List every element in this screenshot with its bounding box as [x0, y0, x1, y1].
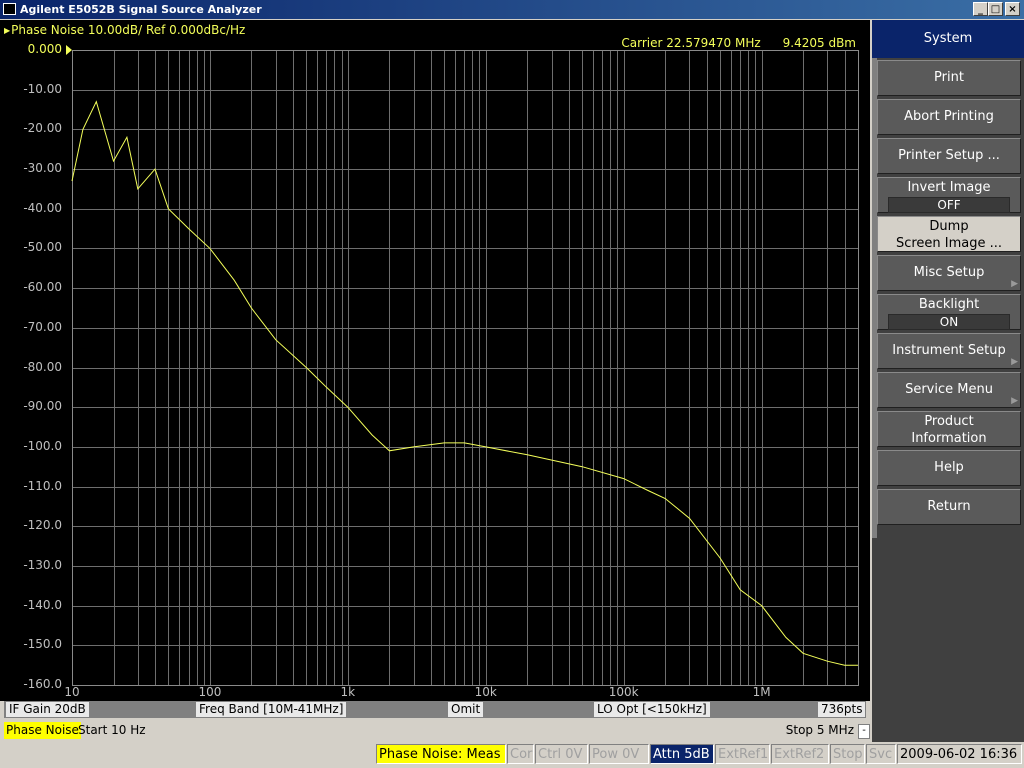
maximize-button[interactable]: □ [988, 2, 1003, 16]
app-icon [3, 3, 16, 15]
sweep-info-bar: Phase Noise Start 10 Hz Stop 5 MHz - [4, 720, 870, 741]
minimize-button[interactable]: _ [973, 2, 988, 16]
minus-toggle[interactable]: - [858, 724, 870, 739]
if-gain-label[interactable]: IF Gain 20dB [6, 702, 89, 717]
y-tick-label: -120.0 [23, 518, 62, 533]
service-menu-label: Service Menu [905, 382, 993, 397]
carrier-readout: Carrier 22.579470 MHz 9.4205 dBm [621, 36, 856, 50]
status-datetime: 2009-06-02 16:36 [897, 744, 1022, 764]
status-pow: Pow 0V [589, 744, 649, 764]
x-tick-label: 100k [608, 685, 639, 699]
y-tick-label: -130.0 [23, 557, 62, 572]
dump-screen-label-line1: Dump [929, 219, 969, 234]
carrier-frequency: Carrier 22.579470 MHz [621, 36, 761, 50]
y-tick-label: -30.00 [23, 161, 62, 176]
print-button-label: Print [934, 70, 964, 85]
phase-noise-graph[interactable]: Phase Noise 10.00dB/ Ref 0.000dBc/Hz Car… [0, 20, 870, 701]
close-button[interactable]: × [1005, 2, 1020, 16]
status-meas: Phase Noise: Meas [376, 744, 506, 764]
backlight-button[interactable]: Backlight ON [877, 294, 1021, 330]
y-tick-label: -10.00 [23, 81, 62, 96]
instrument-setup-button[interactable]: Instrument Setup ▶ [877, 333, 1021, 369]
product-info-line2: Information [911, 431, 987, 446]
printer-setup-button[interactable]: Printer Setup ... [877, 138, 1021, 174]
product-information-button[interactable]: Product Information [877, 411, 1021, 447]
y-tick-label: -90.00 [23, 399, 62, 414]
omit-label[interactable]: Omit [448, 702, 484, 717]
return-label: Return [927, 499, 971, 514]
backlight-label: Backlight [918, 297, 980, 312]
y-tick-label: 0.000 [27, 42, 62, 56]
x-tick-label: 100 [198, 685, 222, 699]
title-bar: Agilent E5052B Signal Source Analyzer _ … [0, 0, 1024, 19]
status-extref2: ExtRef2 [771, 744, 829, 764]
y-tick-label: -100.0 [23, 438, 62, 453]
freq-band-label[interactable]: Freq Band [10M-41MHz] [196, 702, 347, 717]
instrument-setup-label: Instrument Setup [892, 343, 1006, 358]
status-extref1: ExtRef1 [715, 744, 770, 764]
misc-setup-label: Misc Setup [913, 265, 985, 280]
printer-setup-label: Printer Setup ... [898, 148, 1000, 163]
phase-noise-plot [66, 45, 859, 686]
reference-marker [66, 45, 72, 55]
softkey-panel: System Print Abort Printing Printer Setu… [872, 20, 1024, 742]
measurement-info-bar: IF Gain 20dB Freq Band [10M-41MHz] Omit … [4, 701, 866, 718]
help-button[interactable]: Help [877, 450, 1021, 486]
abort-printing-label: Abort Printing [904, 109, 994, 124]
x-tick-label: 1k [340, 685, 356, 699]
dump-screen-label-line2: Screen Image ... [895, 236, 1003, 251]
y-tick-label: -20.00 [23, 121, 62, 136]
service-menu-button[interactable]: Service Menu ▶ [877, 372, 1021, 408]
start-frequency[interactable]: Start 10 Hz [78, 722, 146, 739]
status-ctrl: Ctrl 0V [535, 744, 588, 764]
status-attn: Attn 5dB [650, 744, 714, 764]
backlight-value: ON [888, 314, 1010, 330]
stop-frequency[interactable]: Stop 5 MHz [786, 722, 854, 739]
carrier-power: 9.4205 dBm [782, 36, 856, 50]
x-tick-label: 10k [474, 685, 497, 699]
trace-title: Phase Noise 10.00dB/ Ref 0.000dBc/Hz [4, 23, 245, 37]
status-svc: Svc [866, 744, 896, 764]
y-tick-label: -40.00 [23, 200, 62, 215]
status-stop: Stop [830, 744, 865, 764]
y-tick-label: -60.00 [23, 280, 62, 295]
product-info-line1: Product [924, 414, 974, 429]
window-title: Agilent E5052B Signal Source Analyzer [20, 3, 262, 16]
status-bar: Phase Noise: Meas Cor Ctrl 0V Pow 0V Att… [0, 742, 1024, 768]
y-tick-label: -70.00 [23, 319, 62, 334]
invert-image-value: OFF [888, 197, 1010, 213]
points-label[interactable]: 736pts [818, 702, 866, 717]
abort-printing-button[interactable]: Abort Printing [877, 99, 1021, 135]
status-cor: Cor [507, 744, 534, 764]
y-tick-label: -80.00 [23, 359, 62, 374]
measurement-mode-tag[interactable]: Phase Noise [4, 722, 81, 739]
lo-opt-label[interactable]: LO Opt [<150kHz] [594, 702, 710, 717]
y-tick-label: -110.0 [23, 478, 62, 493]
y-tick-label: -50.00 [23, 240, 62, 255]
x-tick-label: 1M [752, 685, 771, 699]
invert-image-label: Invert Image [907, 180, 991, 195]
invert-image-button[interactable]: Invert Image OFF [877, 177, 1021, 213]
y-tick-label: -150.0 [23, 637, 62, 652]
x-tick-label: 10 [64, 685, 80, 699]
print-button[interactable]: Print [877, 60, 1021, 96]
misc-setup-button[interactable]: Misc Setup ▶ [877, 255, 1021, 291]
y-tick-label: -140.0 [23, 597, 62, 612]
softkey-menu-title: System [872, 20, 1024, 58]
return-button[interactable]: Return [877, 489, 1021, 525]
dump-screen-image-button[interactable]: Dump Screen Image ... [877, 216, 1021, 252]
help-label: Help [934, 460, 964, 475]
